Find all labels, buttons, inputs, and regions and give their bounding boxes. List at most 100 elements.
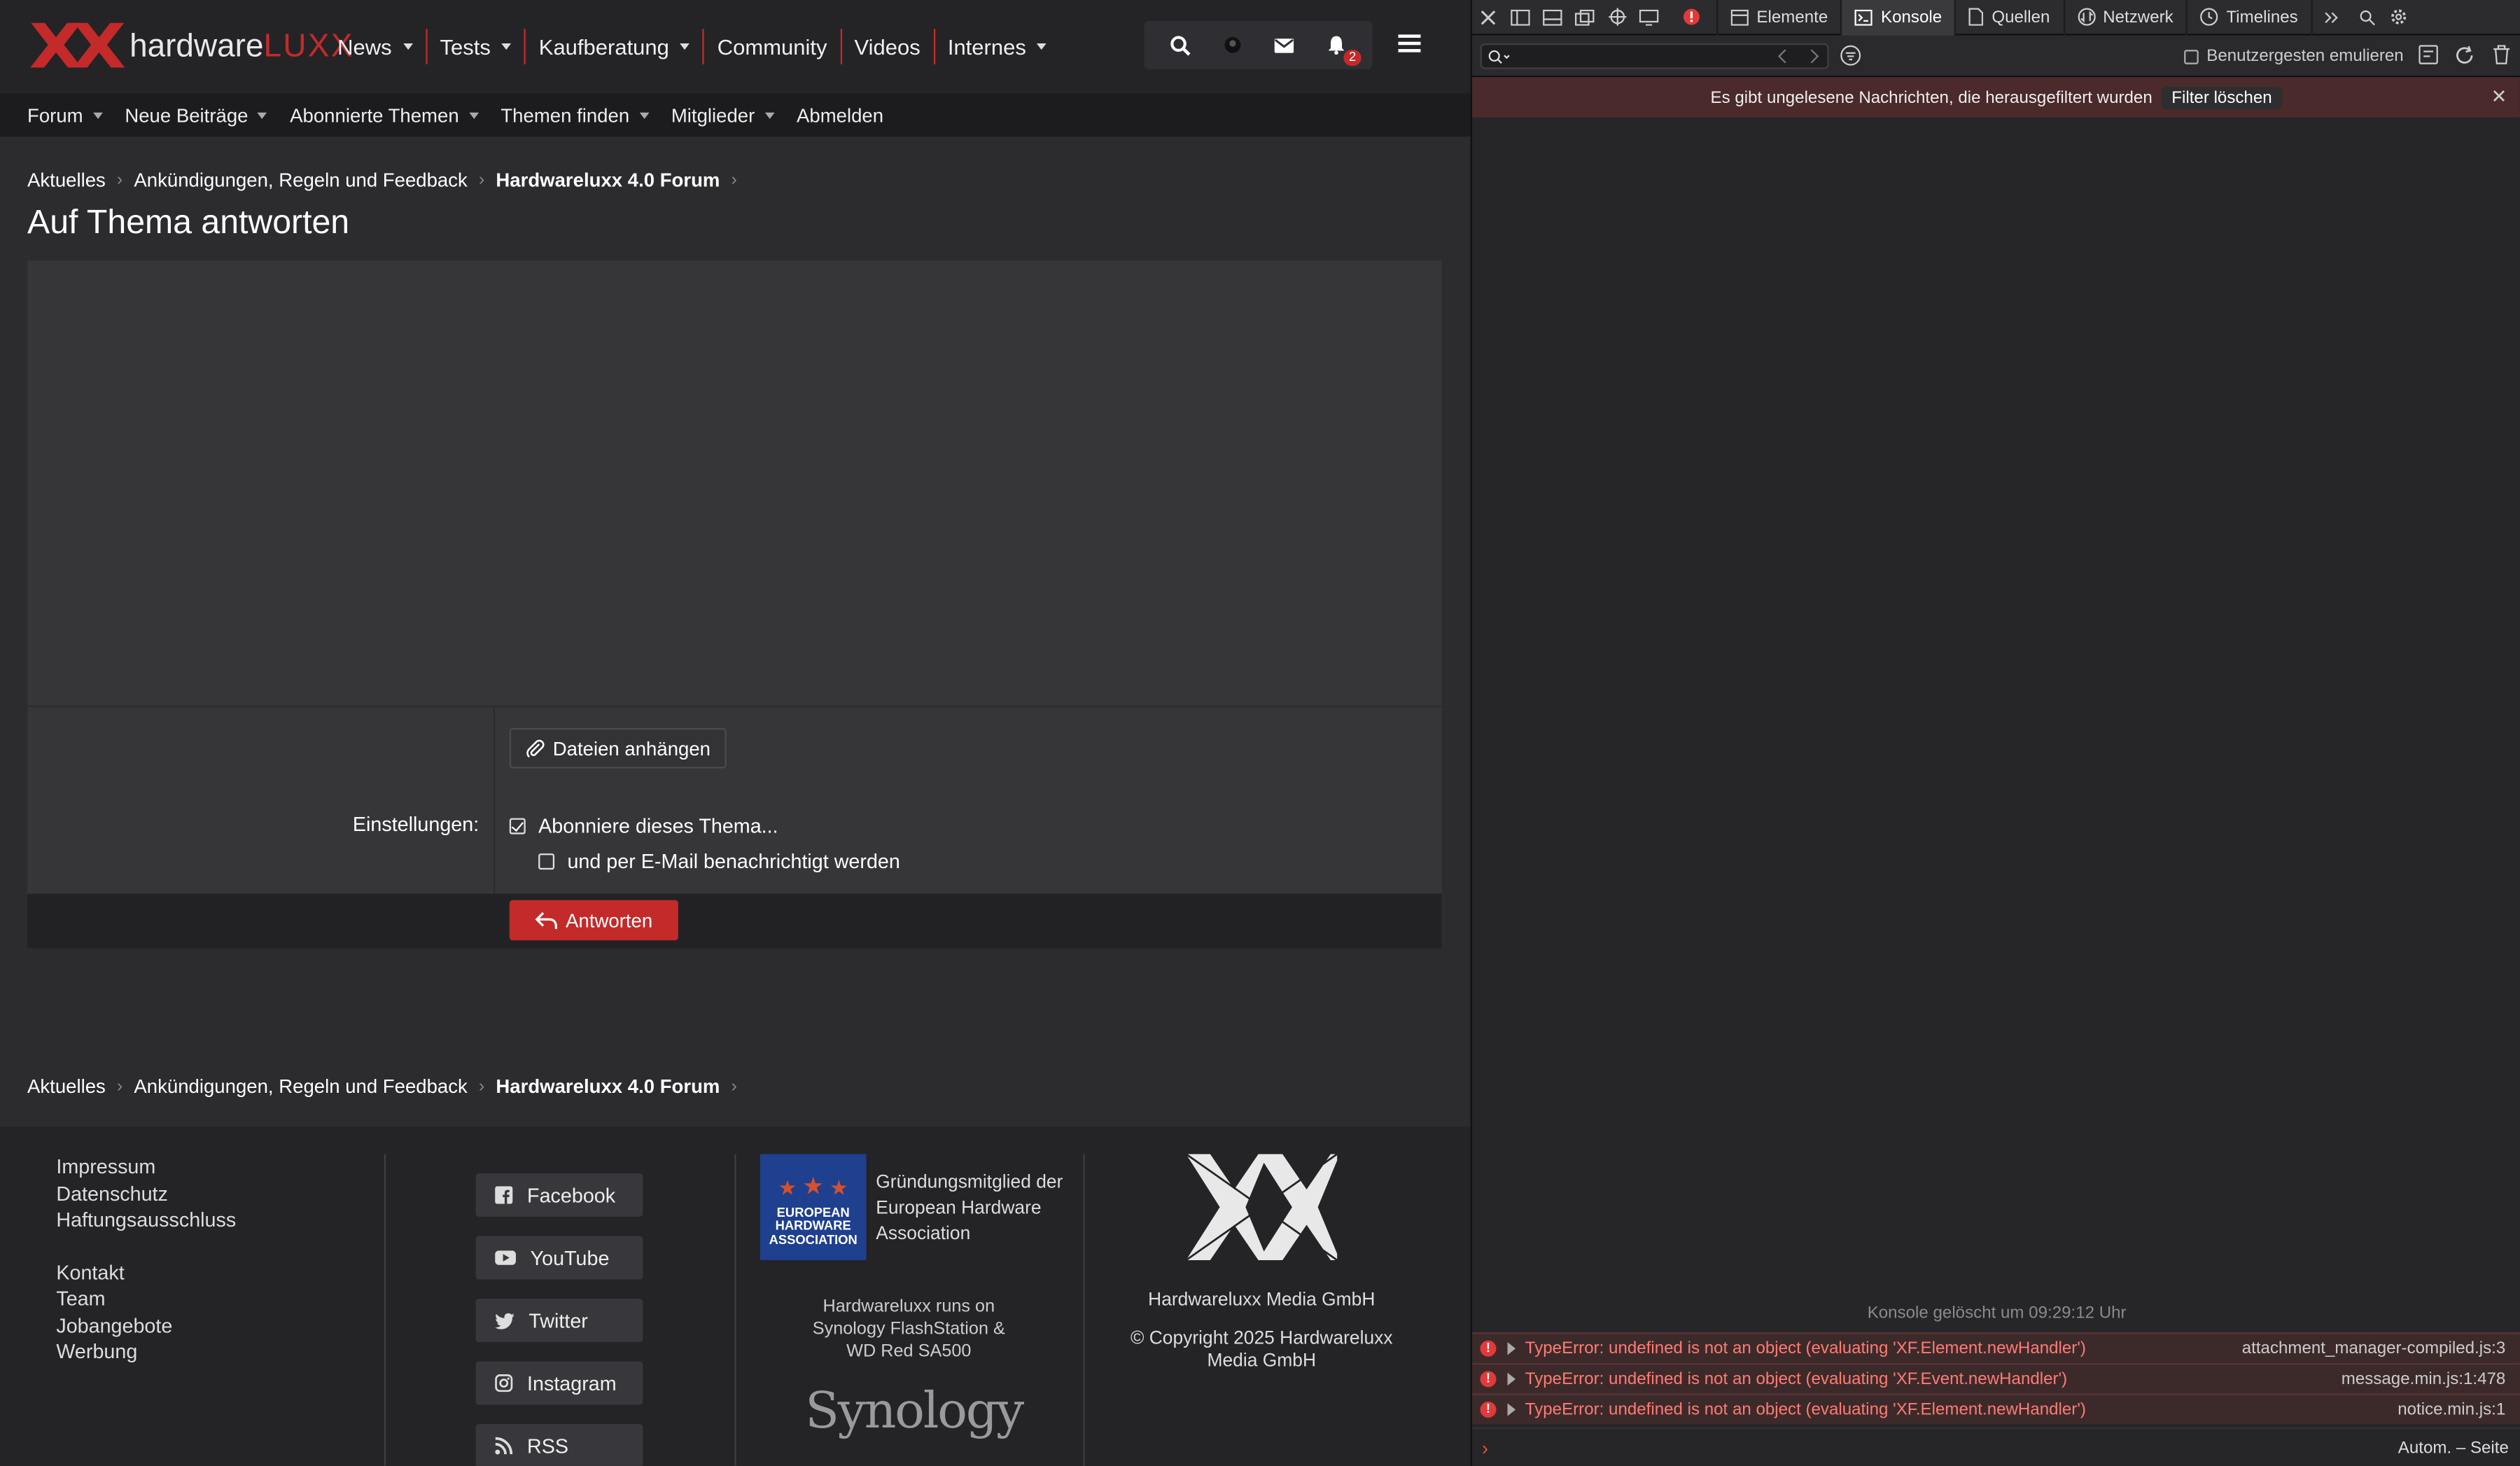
emulate-gestures-checkbox[interactable]: Benutzergesten emulieren: [2184, 47, 2404, 66]
console-error-row[interactable]: ! TypeError: undefined is not an object …: [1472, 1332, 2520, 1363]
hamburger-menu-icon[interactable]: [1398, 32, 1421, 61]
subnav-abmelden[interactable]: Abmelden: [785, 104, 895, 126]
history-forward-icon[interactable]: [1809, 48, 1819, 69]
undock-icon[interactable]: [1569, 0, 1601, 34]
email-notify-checkbox[interactable]: und per E-Mail benachrichtigt werden: [538, 851, 900, 873]
search-icon[interactable]: [2351, 0, 2384, 34]
tab-netzwerk[interactable]: Netzwerk: [2064, 0, 2188, 35]
company-column: Hardwareluxx Media GmbH © Copyright 2025…: [1109, 1153, 1414, 1465]
site-logo[interactable]: XX hardwareLUXX: [29, 16, 354, 77]
nav-item-news[interactable]: News: [325, 29, 428, 64]
console-filter-input[interactable]: [1480, 43, 1829, 69]
clear-filter-button[interactable]: Filter löschen: [2162, 85, 2282, 109]
nav-item-internes[interactable]: Internes: [934, 29, 1060, 64]
checkbox-unchecked[interactable]: [538, 853, 555, 870]
checkbox-unchecked[interactable]: [2184, 49, 2199, 64]
console-error-row[interactable]: ! TypeError: undefined is not an object …: [1472, 1393, 2520, 1425]
footer-link-werbung[interactable]: Werbung: [56, 1339, 236, 1365]
error-source-link[interactable]: attachment_manager-compiled.js:3: [2242, 1339, 2506, 1358]
twitter-icon: [495, 1312, 514, 1329]
envelope-icon[interactable]: [1268, 29, 1301, 61]
message-editor[interactable]: [27, 260, 1442, 706]
preserve-log-icon[interactable]: [2418, 45, 2438, 69]
footer-link-kontakt[interactable]: Kontakt: [56, 1259, 236, 1286]
breadcrumb-item[interactable]: Ankündigungen, Regeln und Feedback: [134, 1075, 467, 1098]
console-prompt-input[interactable]: › Autom. – Seite: [1472, 1427, 2520, 1466]
error-count-icon[interactable]: [1674, 0, 1707, 34]
tab-elemente[interactable]: Elemente: [1716, 0, 1842, 35]
main-nav: News Tests Kaufberatung Community Videos…: [325, 29, 1060, 64]
tab-quellen[interactable]: Quellen: [1956, 0, 2065, 35]
subnav-themen-finden[interactable]: Themen finden: [489, 104, 660, 126]
element-picker-icon[interactable]: [1601, 0, 1633, 34]
avatar[interactable]: [1216, 29, 1248, 61]
copyright-text: © Copyright 2025 Hardwareluxx Media GmbH: [1130, 1329, 1393, 1371]
subnav-mitglieder[interactable]: Mitglieder: [660, 104, 785, 126]
subnav-forum[interactable]: Forum: [16, 104, 113, 126]
disclosure-triangle-icon[interactable]: [1507, 1342, 1516, 1355]
subnav-neue-beitraege[interactable]: Neue Beiträge: [113, 104, 279, 126]
footer-link-datenschutz[interactable]: Datenschutz: [56, 1180, 236, 1207]
dock-bottom-icon[interactable]: [1536, 0, 1569, 34]
console-error-row[interactable]: ! TypeError: undefined is not an object …: [1472, 1362, 2520, 1394]
console-icon: [1855, 8, 1873, 25]
footer-links: Impressum Datenschutz Haftungsausschluss…: [56, 1154, 236, 1465]
chevron-right-icon: ›: [478, 1077, 485, 1096]
rss-button[interactable]: RSS: [475, 1424, 643, 1466]
nav-item-kaufberatung[interactable]: Kaufberatung: [526, 29, 705, 64]
close-icon[interactable]: [1472, 0, 1504, 34]
breadcrumb-item[interactable]: Aktuelles: [27, 1075, 106, 1098]
more-tabs-icon[interactable]: [2316, 0, 2348, 34]
tab-timelines[interactable]: Timelines: [2188, 0, 2313, 35]
disclosure-triangle-icon[interactable]: [1507, 1403, 1516, 1416]
close-icon[interactable]: ✕: [2491, 85, 2507, 108]
youtube-button[interactable]: YouTube: [475, 1236, 643, 1280]
eha-logo[interactable]: EUROPEAN HARDWARE ASSOCIATION: [760, 1154, 867, 1260]
disclosure-triangle-icon[interactable]: [1507, 1372, 1516, 1386]
history-back-icon[interactable]: [1777, 48, 1787, 69]
nav-item-community[interactable]: Community: [704, 29, 842, 64]
error-source-link[interactable]: message.min.js:1:478: [2342, 1369, 2506, 1389]
nav-item-videos[interactable]: Videos: [841, 29, 935, 64]
divider: [493, 707, 496, 895]
nav-item-tests[interactable]: Tests: [427, 29, 526, 64]
attach-files-button[interactable]: Dateien anhängen: [509, 728, 727, 769]
facebook-button[interactable]: Facebook: [475, 1173, 643, 1217]
execution-context-select[interactable]: Autom. – Seite: [2398, 1439, 2509, 1458]
instagram-button[interactable]: Instagram: [475, 1361, 643, 1405]
filter-icon[interactable]: [1840, 45, 1861, 71]
tab-konsole[interactable]: Konsole: [1842, 0, 1956, 35]
footer-link-haftungsausschluss[interactable]: Haftungsausschluss: [56, 1207, 236, 1234]
breadcrumb-item[interactable]: Hardwareluxx 4.0 Forum: [496, 1075, 720, 1098]
reply-button[interactable]: Antworten: [509, 900, 678, 941]
breadcrumb-bottom: Aktuelles › Ankündigungen, Regeln und Fe…: [27, 1075, 748, 1098]
search-icon[interactable]: [1164, 29, 1196, 61]
trash-icon[interactable]: [2493, 45, 2510, 69]
company-name: Hardwareluxx Media GmbH: [1148, 1290, 1376, 1311]
chevron-down-icon: [468, 111, 479, 118]
chevron-down-icon: [764, 111, 774, 118]
gear-icon[interactable]: [2383, 0, 2415, 34]
banner-text: Es gibt ungelesene Nachrichten, die hera…: [1710, 88, 2152, 107]
association-column: EUROPEAN HARDWARE ASSOCIATION Gründungsm…: [760, 1154, 1074, 1465]
social-links: Facebook YouTube Twitter Instagram RSS: [475, 1173, 643, 1466]
subscribe-checkbox[interactable]: Abonniere dieses Thema...: [509, 815, 778, 837]
breadcrumb-item[interactable]: Aktuelles: [27, 169, 106, 191]
twitter-button[interactable]: Twitter: [475, 1299, 643, 1343]
breadcrumb-item[interactable]: Hardwareluxx 4.0 Forum: [496, 169, 720, 191]
divider: [1083, 1154, 1085, 1466]
synology-logo[interactable]: Synology: [805, 1382, 1024, 1440]
device-icon[interactable]: [1633, 0, 1665, 34]
footer-link-jobangebote[interactable]: Jobangebote: [56, 1313, 236, 1339]
subnav-abonnierte-themen[interactable]: Abonnierte Themen: [279, 104, 489, 126]
bell-icon[interactable]: 2: [1321, 29, 1362, 67]
dock-left-icon[interactable]: [1504, 0, 1536, 34]
eha-description: Gründungsmitglied der European Hardware …: [876, 1173, 1063, 1245]
footer-link-team[interactable]: Team: [56, 1286, 236, 1313]
checkbox-checked[interactable]: [509, 818, 526, 835]
elements-icon: [1730, 8, 1749, 25]
breadcrumb-item[interactable]: Ankündigungen, Regeln und Feedback: [134, 169, 467, 191]
error-source-link[interactable]: notice.min.js:1: [2398, 1400, 2505, 1420]
footer-link-impressum[interactable]: Impressum: [56, 1154, 236, 1180]
reload-icon[interactable]: [2454, 45, 2475, 71]
